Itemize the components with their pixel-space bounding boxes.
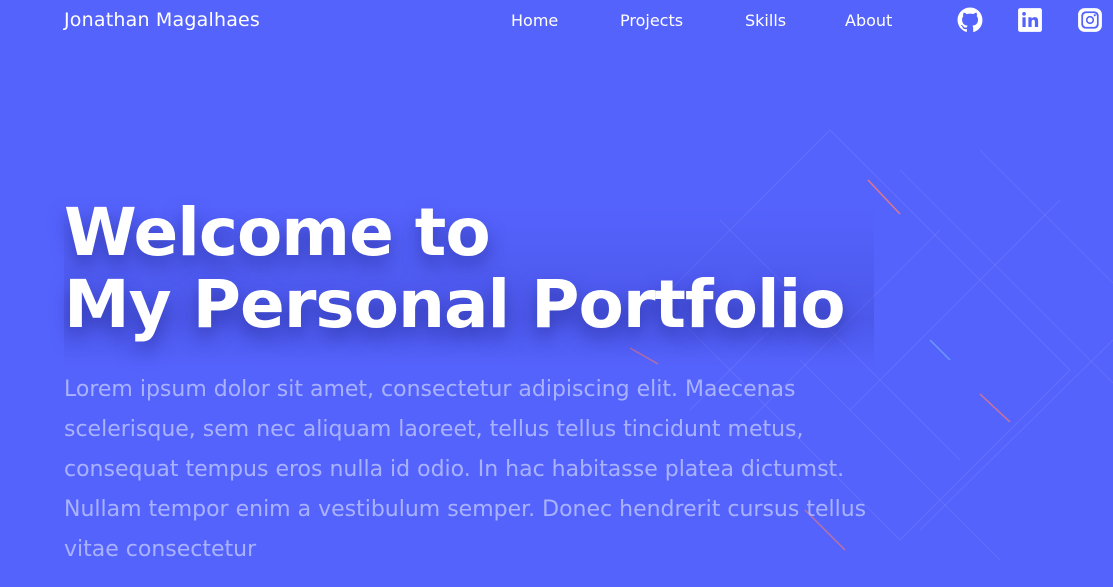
linkedin-icon[interactable]: [1017, 7, 1043, 33]
nav-link-home[interactable]: Home: [511, 11, 558, 30]
hero-title: Welcome to My Personal Portfolio: [64, 197, 884, 341]
nav-link-projects[interactable]: Projects: [620, 11, 683, 30]
nav-link-skills[interactable]: Skills: [745, 11, 786, 30]
hero-description: Lorem ipsum dolor sit amet, consectetur …: [64, 377, 867, 562]
hero-title-line-2: My Personal Portfolio: [64, 266, 846, 343]
hero-title-line-1: Welcome to: [64, 194, 491, 271]
navbar: Jonathan Magalhaes Home Projects Skills …: [0, 0, 1113, 42]
instagram-icon[interactable]: [1077, 7, 1103, 33]
github-icon[interactable]: [957, 7, 983, 33]
nav-links: Home Projects Skills About: [0, 11, 1113, 33]
nav-link-about[interactable]: About: [845, 11, 892, 30]
